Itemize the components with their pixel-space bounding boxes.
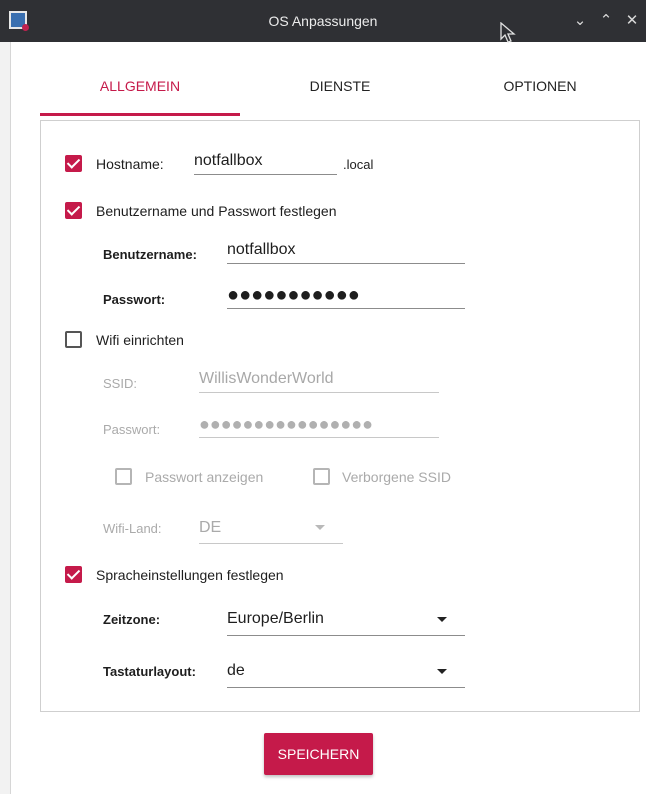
username-label: Benutzername: <box>103 247 197 262</box>
user-label: Benutzername und Passwort festlegen <box>96 203 337 219</box>
hostname-input[interactable]: notfallbox <box>194 148 337 175</box>
hostname-label: Hostname: <box>96 156 164 172</box>
show-password-label: Passwort anzeigen <box>145 469 264 485</box>
locale-label: Spracheinstellungen festlegen <box>96 567 284 583</box>
timezone-value: Europe/Berlin <box>227 610 324 627</box>
timezone-label: Zeitzone: <box>103 612 161 627</box>
window-border <box>0 42 11 794</box>
save-button[interactable]: SPEICHERN <box>264 733 373 775</box>
password-input[interactable]: ●●●●●●●●●●● <box>227 282 465 309</box>
window-title: OS Anpassungen <box>268 13 378 29</box>
locale-checkbox[interactable] <box>65 566 82 583</box>
dropdown-arrow-icon <box>437 617 447 622</box>
wifi-password-label: Passwort: <box>103 422 161 437</box>
dropdown-arrow-icon <box>315 525 325 530</box>
wifi-label: Wifi einrichten <box>96 332 184 348</box>
tab-optionen[interactable]: OPTIONEN <box>440 58 640 114</box>
timezone-select[interactable]: Europe/Berlin <box>227 603 465 636</box>
tab-allgemein[interactable]: ALLGEMEIN <box>40 58 240 116</box>
wifi-country-label: Wifi-Land: <box>103 521 162 536</box>
username-input[interactable]: notfallbox <box>227 237 465 264</box>
password-label: Passwort: <box>103 292 166 307</box>
chevron-down-icon[interactable]: ⌄ <box>570 11 590 31</box>
hidden-ssid-label: Verborgene SSID <box>342 469 451 485</box>
ssid-input[interactable]: WillisWonderWorld <box>199 366 439 393</box>
wifi-country-value: DE <box>199 519 222 536</box>
dropdown-arrow-icon <box>437 669 447 674</box>
tab-bar: ALLGEMEIN DIENSTE OPTIONEN <box>40 58 640 116</box>
show-password-checkbox[interactable] <box>115 468 132 485</box>
close-icon[interactable]: ✕ <box>622 11 642 31</box>
wifi-country-select[interactable]: DE <box>199 511 343 544</box>
wifi-checkbox[interactable] <box>65 331 82 348</box>
tab-dienste[interactable]: DIENSTE <box>240 58 440 114</box>
keyboard-label: Tastaturlayout: <box>103 664 196 679</box>
hidden-ssid-checkbox[interactable] <box>313 468 330 485</box>
mouse-cursor-icon <box>500 22 516 43</box>
settings-panel: Hostname: notfallbox .local Benutzername… <box>40 120 640 712</box>
keyboard-select[interactable]: de <box>227 655 465 688</box>
title-bar: OS Anpassungen ⌄ ⌃ ✕ <box>0 0 646 43</box>
hostname-checkbox[interactable] <box>65 155 82 172</box>
chevron-up-icon[interactable]: ⌃ <box>596 11 616 31</box>
keyboard-value: de <box>227 662 245 679</box>
user-checkbox[interactable] <box>65 202 82 219</box>
wifi-password-input[interactable]: ●●●●●●●●●●●●●●●● <box>199 411 439 438</box>
ssid-label: SSID: <box>103 376 137 391</box>
hostname-suffix: .local <box>343 157 374 172</box>
